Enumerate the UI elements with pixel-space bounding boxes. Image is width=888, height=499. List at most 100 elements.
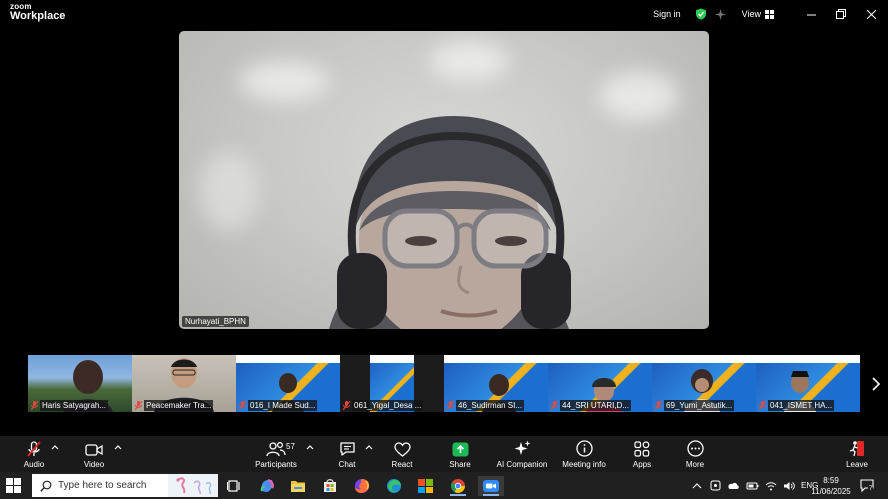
participant-thumbnail[interactable]: 44_SRI UTARI,D... bbox=[548, 355, 652, 412]
apps-button[interactable]: Apps bbox=[628, 436, 656, 472]
participant-thumbnail[interactable]: 46_Sudirman SI... bbox=[444, 355, 548, 412]
muted-mic-icon bbox=[759, 401, 766, 410]
audio-button[interactable]: Audio bbox=[20, 436, 48, 472]
chevron-up-icon[interactable] bbox=[306, 444, 314, 450]
edge-icon bbox=[387, 479, 401, 493]
participant-thumbnail[interactable]: 041_ISMET HA... bbox=[756, 355, 860, 412]
chevron-up-icon[interactable] bbox=[692, 482, 702, 490]
participant-thumbnail[interactable]: 69_Yumi_Astutik... bbox=[652, 355, 756, 412]
search-icon bbox=[40, 480, 52, 492]
chrome-icon bbox=[450, 479, 465, 493]
store-icon bbox=[324, 479, 336, 492]
windows-taskbar: ENG 8:59 11/06/2025 7 bbox=[0, 472, 888, 499]
taskbar-app-zoom[interactable] bbox=[478, 476, 504, 496]
windows-start-icon[interactable] bbox=[6, 478, 21, 493]
participant-thumbnail[interactable]: 061_Yigal_Desa ... bbox=[340, 355, 444, 412]
meeting-info-label: Meeting info bbox=[562, 460, 606, 469]
share-button[interactable]: Share bbox=[446, 436, 474, 472]
zoom-workplace-logo: zoom Workplace bbox=[10, 3, 65, 22]
thumbnail-name: 061_Yigal_Desa ... bbox=[352, 400, 424, 411]
search-input[interactable] bbox=[58, 480, 178, 491]
share-label: Share bbox=[449, 460, 471, 469]
flamingo-search-highlight-icon bbox=[168, 474, 218, 497]
sign-in-button[interactable]: Sign in bbox=[653, 9, 681, 19]
cloud-icon[interactable] bbox=[727, 481, 740, 490]
restore-button[interactable] bbox=[826, 0, 856, 28]
chevron-right-icon[interactable] bbox=[870, 376, 882, 392]
microsoft365-icon bbox=[418, 479, 433, 493]
participant-thumbnail[interactable]: 016_I Made Sud... bbox=[236, 355, 340, 412]
muted-mic-icon bbox=[31, 401, 38, 410]
minimize-icon bbox=[806, 14, 816, 15]
apps-label: Apps bbox=[632, 460, 652, 469]
chat-button[interactable]: Chat bbox=[333, 436, 361, 472]
close-icon bbox=[866, 9, 876, 19]
firefox-icon bbox=[355, 479, 370, 493]
close-button[interactable] bbox=[856, 0, 886, 28]
ai-companion-button[interactable]: AI Companion bbox=[494, 436, 550, 472]
view-button[interactable]: View bbox=[742, 9, 774, 19]
main-video-tile[interactable]: Nurhayati_BPHN bbox=[179, 31, 709, 329]
taskbar-clock[interactable]: 8:59 11/06/2025 bbox=[808, 475, 854, 497]
leave-button[interactable]: Leave bbox=[843, 436, 871, 472]
participants-label: Participants bbox=[255, 460, 297, 469]
main-participant-name: Nurhayati_BPHN bbox=[182, 316, 249, 327]
muted-mic-icon bbox=[343, 401, 350, 410]
audio-label: Audio bbox=[23, 460, 45, 469]
meeting-info-button[interactable]: Meeting info bbox=[560, 436, 608, 472]
logo-line2: Workplace bbox=[10, 10, 66, 22]
participant-thumbnail[interactable]: Haris Satyagrah... bbox=[28, 355, 132, 412]
taskbar-search-box[interactable] bbox=[32, 474, 218, 497]
onedrive-meet-icon[interactable] bbox=[710, 480, 721, 491]
more-icon bbox=[686, 440, 704, 457]
task-view-icon bbox=[227, 480, 240, 492]
participants-icon bbox=[266, 441, 286, 457]
muted-mic-icon bbox=[447, 401, 454, 410]
wifi-icon[interactable] bbox=[765, 481, 777, 491]
active-indicator bbox=[450, 494, 466, 496]
muted-mic-icon bbox=[27, 441, 41, 457]
leave-label: Leave bbox=[846, 460, 868, 469]
muted-mic-icon bbox=[551, 401, 558, 410]
taskbar-app-firefox[interactable] bbox=[352, 476, 372, 496]
taskbar-app-edge[interactable] bbox=[384, 476, 404, 496]
video-label: Video bbox=[83, 460, 105, 469]
ai-companion-label: AI Companion bbox=[496, 460, 548, 469]
react-button[interactable]: React bbox=[388, 436, 416, 472]
folder-icon bbox=[291, 481, 305, 492]
info-icon bbox=[575, 440, 593, 457]
video-camera-icon bbox=[85, 444, 103, 456]
grid-icon bbox=[765, 9, 774, 19]
more-button[interactable]: More bbox=[681, 436, 709, 472]
video-button[interactable]: Video bbox=[80, 436, 108, 472]
task-view-button[interactable] bbox=[224, 476, 244, 496]
chevron-up-icon[interactable] bbox=[114, 444, 122, 450]
shield-icon[interactable] bbox=[695, 8, 707, 20]
view-label: View bbox=[741, 9, 761, 19]
share-screen-icon bbox=[452, 442, 468, 457]
participant-thumbnail[interactable]: Peacemaker Tra... bbox=[132, 355, 236, 412]
taskbar-app-file-explorer[interactable] bbox=[288, 476, 308, 496]
thumbnail-name: Peacemaker Tra... bbox=[144, 400, 214, 411]
react-label: React bbox=[391, 460, 413, 469]
battery-icon[interactable] bbox=[746, 481, 759, 490]
speaker-icon[interactable] bbox=[783, 481, 795, 491]
taskbar-app-microsoft365[interactable] bbox=[416, 476, 436, 496]
chevron-up-icon[interactable] bbox=[51, 444, 59, 450]
thumbnail-name: Haris Satyagrah... bbox=[40, 400, 109, 411]
taskbar-app-store[interactable] bbox=[320, 476, 340, 496]
copilot-icon bbox=[260, 478, 274, 492]
more-label: More bbox=[685, 460, 705, 469]
minimize-button[interactable] bbox=[796, 0, 826, 28]
clock-date: 11/06/2025 bbox=[811, 487, 851, 496]
thumbnail-name: 46_Sudirman SI... bbox=[456, 400, 525, 411]
thumbnail-name: 44_SRI UTARI,D... bbox=[560, 400, 631, 411]
participant-video bbox=[329, 116, 571, 329]
notification-center-button[interactable]: 7 bbox=[860, 479, 876, 493]
chevron-up-icon[interactable] bbox=[365, 444, 373, 450]
thumbnail-name: 69_Yumi_Astutik... bbox=[664, 400, 735, 411]
sparkle-icon[interactable] bbox=[714, 8, 726, 20]
taskbar-app-copilot[interactable] bbox=[257, 476, 277, 496]
taskbar-app-chrome[interactable] bbox=[448, 476, 468, 496]
clock-time: 8:59 bbox=[823, 476, 839, 485]
